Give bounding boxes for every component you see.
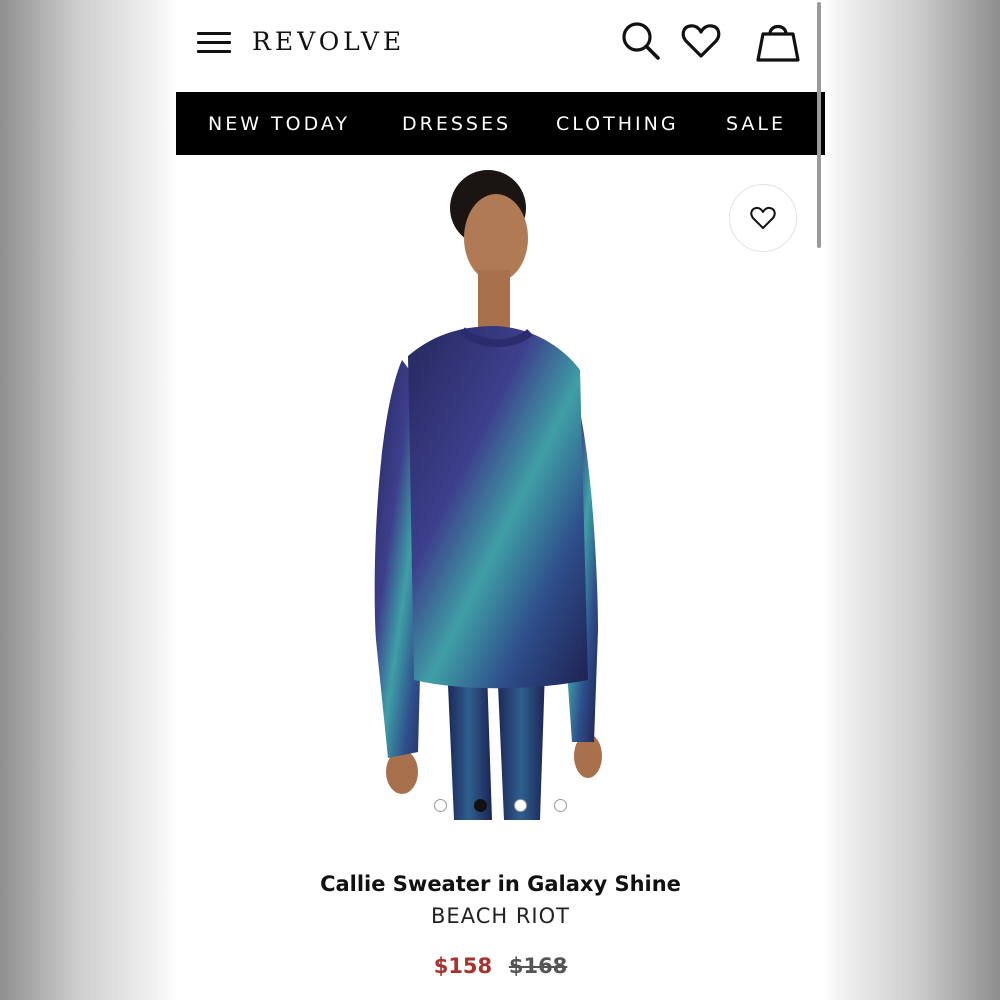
sale-price: $158 [433, 954, 493, 978]
product-title[interactable]: Callie Sweater in Galaxy Shine [176, 872, 825, 896]
category-nav: NEW TODAY DRESSES CLOTHING SALE [176, 92, 825, 155]
product-brand[interactable]: BEACH RIOT [176, 904, 825, 928]
carousel-dot-2[interactable] [474, 799, 487, 812]
site-header: REVOLVE [176, 0, 825, 92]
heart-icon[interactable] [678, 18, 724, 64]
phone-screen: REVOLVE NEW TODAY DRESSES CLOTHING SALE [176, 0, 825, 1000]
nav-dresses[interactable]: DRESSES [402, 113, 511, 135]
bag-icon[interactable] [754, 16, 800, 62]
wishlist-button[interactable] [729, 184, 797, 252]
image-carousel-dots [428, 799, 568, 813]
carousel-dot-4[interactable] [554, 799, 567, 812]
nav-clothing[interactable]: CLOTHING [556, 113, 679, 135]
scrollbar[interactable] [817, 2, 821, 248]
search-icon[interactable] [619, 18, 665, 64]
carousel-dot-3[interactable] [514, 799, 527, 812]
price-row: $158 $168 [176, 954, 825, 978]
carousel-dot-1[interactable] [434, 799, 447, 812]
product-photo[interactable] [336, 160, 656, 820]
nav-sale[interactable]: SALE [726, 113, 786, 135]
heart-icon [750, 206, 776, 229]
original-price: $168 [508, 954, 568, 978]
nav-new-today[interactable]: NEW TODAY [208, 113, 350, 135]
menu-icon[interactable] [197, 32, 231, 54]
site-logo[interactable]: REVOLVE [252, 27, 405, 56]
